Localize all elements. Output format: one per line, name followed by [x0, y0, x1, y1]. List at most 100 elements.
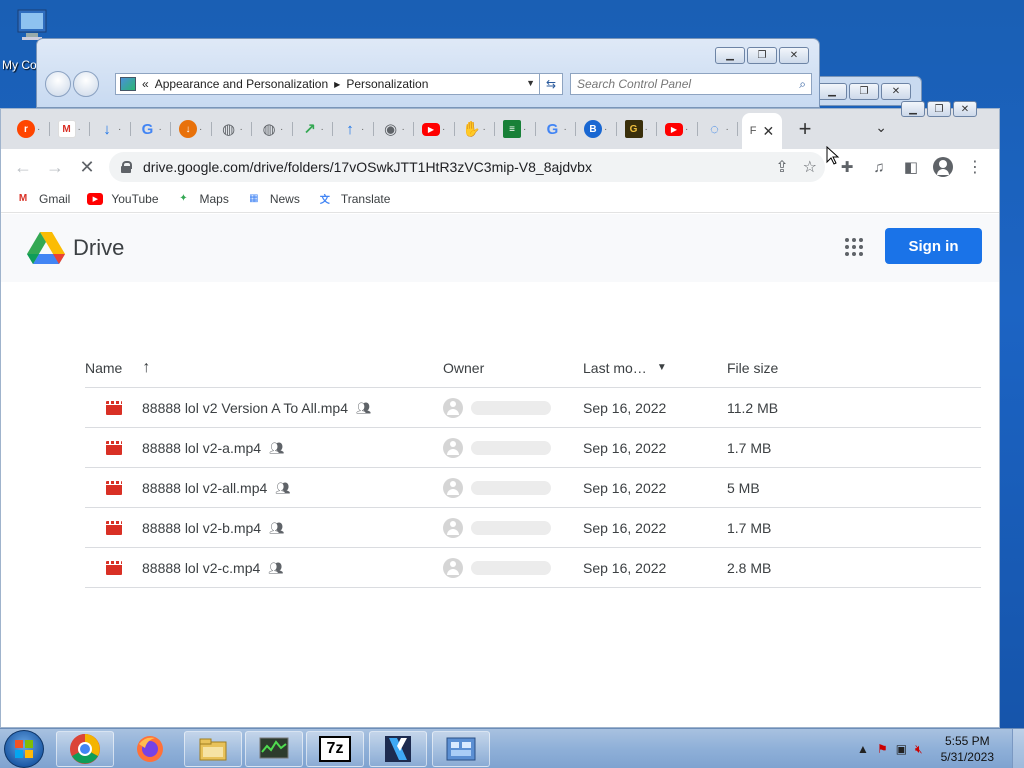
file-name[interactable]: 88888 lol v2-a.mp4 — [142, 440, 261, 456]
caret-down-icon[interactable]: ▼ — [657, 362, 667, 373]
clock-time: 5:55 PM — [944, 734, 990, 748]
file-explorer-icon — [199, 738, 227, 761]
file-modified: Sep 16, 2022 — [583, 519, 667, 536]
browser-tab[interactable]: ↑ · — [337, 109, 378, 149]
browser-tab[interactable]: ◍ · — [216, 109, 257, 149]
bookmark-translate[interactable]: 文 Translate — [317, 192, 391, 207]
maximize-button[interactable]: ❐ — [849, 83, 879, 100]
browser-tab[interactable]: r · — [13, 109, 54, 149]
file-name[interactable]: 88888 lol v2 Version A To All.mp4 — [142, 400, 348, 416]
reload-stop-icon[interactable]: ✕ — [71, 151, 103, 183]
sign-in-button[interactable]: Sign in — [885, 228, 982, 264]
file-name[interactable]: 88888 lol v2-all.mp4 — [142, 480, 267, 496]
tab-separator-icon: · — [118, 123, 122, 135]
media-control-icon[interactable]: ♫ — [863, 151, 895, 183]
minimize-button[interactable]: ▁ — [817, 83, 847, 100]
google-apps-icon[interactable] — [845, 238, 863, 256]
back-arrow-icon[interactable]: ← — [7, 151, 39, 183]
refresh-icon[interactable]: ⇆ — [539, 73, 563, 95]
new-tab-plus-icon[interactable]: + — [790, 116, 820, 142]
taskbar-file-explorer[interactable] — [184, 731, 242, 767]
share-icon[interactable]: ⇪ — [775, 157, 788, 177]
browser-tab[interactable]: ↓ · — [175, 109, 216, 149]
address-bar[interactable]: drive.google.com/drive/folders/17vOSwkJT… — [109, 152, 825, 182]
column-header-name[interactable]: Name — [85, 360, 122, 376]
bookmark-maps[interactable]: ✦ Maps — [176, 192, 229, 206]
browser-tab[interactable]: ▶ · — [418, 109, 459, 149]
file-modified: Sep 16, 2022 — [583, 559, 667, 576]
tab-search-chevron-icon[interactable]: ⌄ — [875, 119, 887, 136]
file-row[interactable]: 88888 lol v2-c.mp4 👥︎ Sep 16, 2022 2.8 MB — [85, 548, 981, 588]
tab-separator-icon: · — [320, 123, 324, 135]
file-row[interactable]: 88888 lol v2 Version A To All.mp4 👥︎ Sep 1… — [85, 388, 981, 428]
taskbar-chrome[interactable] — [56, 731, 114, 767]
menu-kebab-icon[interactable]: ⋮ — [959, 151, 991, 183]
browser-tab[interactable]: ◍ · — [256, 109, 297, 149]
close-button[interactable]: ✕ — [953, 101, 977, 117]
clock[interactable]: 5:55 PM 5/31/2023 — [941, 733, 994, 765]
breadcrumb-leaf[interactable]: Personalization — [346, 77, 428, 91]
browser-tab[interactable]: G · — [135, 109, 176, 149]
taskbar-firefox[interactable] — [121, 731, 179, 767]
close-tab-icon[interactable]: ✕ — [763, 123, 775, 140]
column-header-last-modified[interactable]: Last mo… — [583, 360, 647, 376]
network-icon[interactable]: ▣ — [896, 742, 907, 757]
browser-tab[interactable]: G · — [540, 109, 581, 149]
start-button[interactable] — [4, 730, 44, 768]
browser-tab[interactable]: ↓ · — [94, 109, 135, 149]
bookmark-news[interactable]: ▦ News — [246, 192, 300, 206]
taskbar-task-manager[interactable] — [245, 731, 303, 767]
file-row[interactable]: 88888 lol v2-a.mp4 👥︎ Sep 16, 2022 1.7 MB — [85, 428, 981, 468]
control-panel-search-input[interactable]: Search Control Panel ⌕ — [570, 73, 812, 95]
control-panel-window[interactable]: ▁ ❐ ✕ « Appearance and Personalization ▶… — [36, 38, 820, 108]
browser-tab[interactable]: G · — [621, 109, 662, 149]
reddit-icon: r — [17, 120, 35, 138]
browser-tab[interactable]: ▶ · — [661, 109, 702, 149]
tab-separator-icon: · — [442, 123, 446, 135]
lock-icon[interactable] — [121, 161, 132, 173]
maximize-button[interactable]: ❐ — [747, 47, 777, 64]
browser-tab[interactable]: B · — [580, 109, 621, 149]
action-center-flag-icon[interactable]: ⚑ — [877, 742, 888, 757]
browser-tab[interactable]: ◉ · — [378, 109, 419, 149]
search-icon[interactable]: ⌕ — [799, 77, 806, 92]
bookmark-star-icon[interactable]: ☆ — [803, 157, 817, 177]
close-button[interactable]: ✕ — [779, 47, 809, 64]
browser-tab[interactable]: M · — [54, 109, 95, 149]
minimize-button[interactable]: ▁ — [715, 47, 745, 64]
show-desktop-button[interactable] — [1012, 729, 1024, 768]
taskbar-7zip[interactable]: 7z — [306, 731, 364, 767]
breadcrumb-root[interactable]: Appearance and Personalization — [155, 77, 328, 91]
browser-tab[interactable]: ✋ · — [459, 109, 500, 149]
minimize-button[interactable]: ▁ — [901, 101, 925, 117]
owner-name-placeholder — [471, 400, 551, 415]
taskbar-control-panel[interactable] — [432, 731, 490, 767]
bookmark-youtube[interactable]: ▶ YouTube — [87, 192, 159, 206]
file-size: 11.2 MB — [727, 399, 779, 416]
browser-tab-active[interactable]: F ✕ — [742, 113, 782, 149]
browser-tab[interactable]: ↗ · — [297, 109, 338, 149]
file-row[interactable]: 88888 lol v2-b.mp4 👥︎ Sep 16, 2022 1.7 MB — [85, 508, 981, 548]
close-button[interactable]: ✕ — [881, 83, 911, 100]
control-panel-address-bar[interactable]: « Appearance and Personalization ▶ Perso… — [115, 73, 540, 95]
owner-avatar-icon — [443, 517, 463, 538]
profile-avatar-icon[interactable] — [927, 151, 959, 183]
browser-tab[interactable]: ≡ · — [499, 109, 540, 149]
url-text[interactable]: drive.google.com/drive/folders/17vOSwkJT… — [143, 159, 592, 175]
share-icon: ↗ — [303, 121, 316, 138]
taskbar-video-editor[interactable] — [369, 731, 427, 767]
volume-muted-icon[interactable]: 🔇︎ — [915, 742, 923, 757]
file-name[interactable]: 88888 lol v2-c.mp4 — [142, 560, 260, 576]
maximize-button[interactable]: ❐ — [927, 101, 951, 117]
back-button[interactable] — [45, 71, 71, 97]
file-row[interactable]: 88888 lol v2-all.mp4 👥︎ Sep 16, 2022 5 MB — [85, 468, 981, 508]
show-hidden-icons-icon[interactable]: ▲ — [857, 742, 869, 757]
browser-tab[interactable]: ◌ · — [702, 109, 743, 149]
forward-button[interactable] — [73, 71, 99, 97]
sort-up-arrow-icon[interactable]: ↑ — [142, 359, 150, 377]
side-panel-icon[interactable]: ◧ — [895, 151, 927, 183]
file-name[interactable]: 88888 lol v2-b.mp4 — [142, 520, 261, 536]
bookmark-gmail[interactable]: M Gmail — [15, 192, 71, 206]
chevron-down-icon[interactable]: ▼ — [526, 78, 535, 88]
forward-arrow-icon[interactable]: → — [39, 151, 71, 183]
